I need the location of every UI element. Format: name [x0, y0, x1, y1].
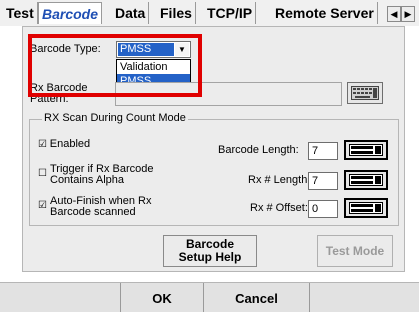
trigger-alpha-label: Trigger if Rx Barcode Contains Alpha: [50, 163, 154, 186]
rx-offset-label: Rx # Offset:: [250, 202, 308, 214]
unchecked-box-icon: ☐: [38, 168, 47, 179]
check-icon: ☑: [38, 200, 47, 211]
tab-scroll-right-icon[interactable]: ▶: [401, 6, 415, 22]
tab-test[interactable]: Test: [3, 2, 38, 24]
rx-offset-keyboard-button[interactable]: [344, 198, 388, 218]
barcode-length-input[interactable]: 7: [308, 142, 338, 160]
rx-length-input[interactable]: 7: [308, 172, 338, 190]
rx-offset-input[interactable]: 0: [308, 200, 338, 218]
keyboard-icon: [349, 144, 383, 156]
bottom-bar: OK Cancel: [0, 282, 419, 312]
auto-finish-label: Auto-Finish when Rx Barcode scanned: [50, 195, 152, 218]
rx-scan-group-title: RX Scan During Count Mode: [42, 112, 188, 124]
tab-remote-server[interactable]: Remote Server: [272, 2, 378, 24]
highlight-box: [28, 34, 202, 97]
enabled-label: Enabled: [49, 138, 91, 150]
keyboard-icon: [349, 202, 383, 214]
barcode-length-keyboard-button[interactable]: [344, 140, 388, 160]
enabled-checkbox[interactable]: ☑ Enabled: [38, 138, 90, 150]
rx-length-keyboard-button[interactable]: [344, 170, 388, 190]
tab-tcpip[interactable]: TCP/IP: [204, 2, 257, 24]
rx-length-label: Rx # Length:: [248, 174, 311, 186]
keyboard-icon: [349, 174, 383, 186]
tab-strip: Test Barcode Data Files TCP/IP Remote Se…: [0, 0, 419, 26]
barcode-panel: Barcode Type: PMSS ▼ Validation PMSS Rx …: [22, 26, 405, 272]
cancel-button[interactable]: Cancel: [204, 283, 310, 312]
barcode-setup-help-button[interactable]: Barcode Setup Help: [163, 235, 257, 267]
barcode-length-label: Barcode Length:: [218, 144, 299, 156]
check-icon: ☑: [38, 139, 47, 150]
tab-scroll-left-icon[interactable]: ◀: [387, 6, 401, 22]
tab-barcode[interactable]: Barcode: [38, 2, 103, 24]
tab-files[interactable]: Files: [157, 2, 196, 24]
test-mode-button[interactable]: Test Mode: [317, 235, 393, 267]
ok-button[interactable]: OK: [120, 283, 204, 312]
pattern-keyboard-button[interactable]: [347, 82, 383, 104]
rx-scan-group: RX Scan During Count Mode ☑ Enabled ☐ Tr…: [29, 112, 399, 226]
keyboard-icon: [351, 86, 379, 100]
tab-data[interactable]: Data: [112, 2, 150, 24]
